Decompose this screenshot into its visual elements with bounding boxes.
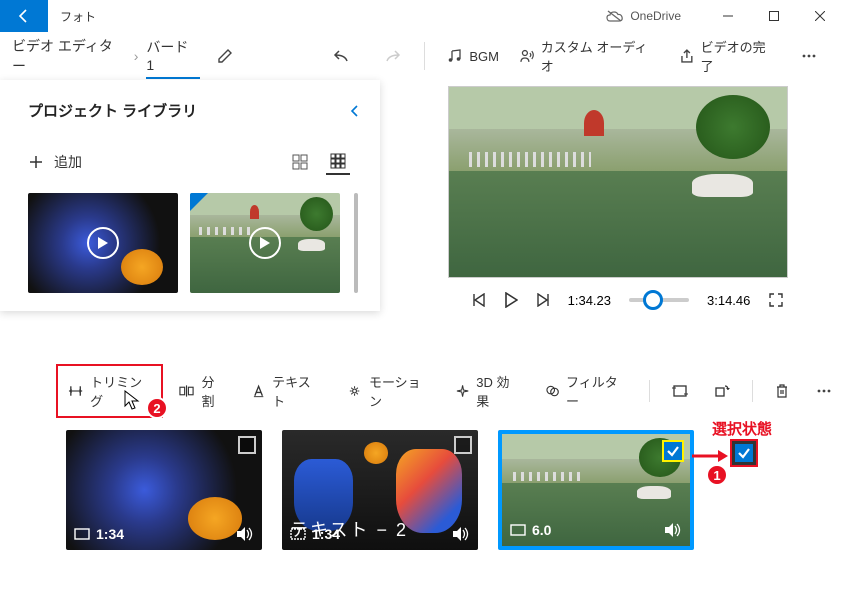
library-scrollbar[interactable] [354,193,358,293]
annotation-selected-label: 選択状態 [712,418,772,439]
motion-button[interactable]: モーション [337,366,440,416]
annotation-badge-2: 2 [146,397,168,419]
rotate-button[interactable] [704,378,740,404]
clip-checkbox-checked[interactable] [662,440,684,462]
text-button[interactable]: テキスト [242,366,331,416]
play-overlay-icon [249,227,281,259]
storyboard-clip[interactable]: テキスト − 2 1:34 [282,430,478,550]
onedrive-status[interactable]: OneDrive [606,9,681,23]
clip-checkbox[interactable] [238,436,256,454]
custom-audio-button[interactable]: カスタム オーディオ [509,34,669,78]
play-button[interactable] [504,292,518,308]
clip-duration: 6.0 [532,522,551,538]
window-controls [705,0,843,32]
more-icon [815,384,833,398]
next-frame-button[interactable] [536,293,550,307]
app-title: フォト [60,8,96,25]
plus-icon [28,154,44,170]
seek-thumb[interactable] [643,290,663,310]
add-media-button[interactable]: 追加 [28,152,82,172]
storyboard-clip[interactable]: 1:34 [66,430,262,550]
rename-button[interactable] [204,34,248,78]
library-item[interactable] [28,193,178,293]
clip-duration: 1:34 [96,526,124,542]
chevron-right-icon: › [134,48,139,64]
seek-bar[interactable] [629,298,689,302]
crop-button[interactable] [662,378,698,404]
separator [649,380,650,402]
annotation-badge-1: 1 [706,464,728,486]
cloud-off-icon [606,10,624,22]
sparkle-icon [456,384,469,398]
grid-large-view-button[interactable] [288,149,312,175]
library-title: プロジェクト ライブラリ [28,100,197,121]
person-audio-icon [519,48,535,64]
annotation-arrow-icon [688,446,728,466]
close-button[interactable] [797,0,843,32]
maximize-button[interactable] [751,0,797,32]
trash-icon [775,383,789,399]
play-overlay-icon [87,227,119,259]
split-icon [179,384,194,398]
more-button[interactable] [788,34,831,78]
aspect-icon [672,384,688,398]
title-bar: フォト OneDrive [0,0,843,32]
separator [424,42,425,70]
finish-video-button[interactable]: ビデオの完了 [669,34,788,78]
clip-checkbox[interactable] [454,436,472,454]
split-button[interactable]: 分割 [169,366,235,416]
breadcrumb: ビデオ エディター › バード 1 [12,33,200,79]
music-icon [447,48,463,64]
current-time: 1:34.23 [568,293,611,308]
collapse-library-button[interactable] [348,104,362,118]
3d-effects-button[interactable]: 3D 効果 [446,366,530,416]
clip-edit-toolbar: トリミング 分割 テキスト モーション 3D 効果 フィルター [56,364,843,418]
used-indicator-icon [190,193,208,211]
filter-icon [546,384,559,398]
volume-icon [236,526,254,542]
library-item[interactable] [190,193,340,293]
breadcrumb-current[interactable]: バード 1 [146,33,199,79]
minimize-button[interactable] [705,0,751,32]
duration-icon [74,528,90,540]
clip-duration: 1:34 [312,526,340,542]
rotate-icon [714,384,730,398]
delete-button[interactable] [765,377,799,405]
breadcrumb-root[interactable]: ビデオ エディター [12,36,126,76]
separator [752,380,753,402]
grid-small-view-button[interactable] [326,149,350,175]
fullscreen-button[interactable] [768,292,784,308]
storyboard: 1:34 テキスト − 2 1:34 6.0 [66,430,694,550]
bgm-button[interactable]: BGM [437,34,509,78]
volume-icon [452,526,470,542]
clip-volume-button[interactable] [664,522,682,538]
motion-icon [347,384,362,398]
preview-canvas[interactable] [448,86,788,278]
storyboard-clip-selected[interactable]: 6.0 [498,430,694,550]
main-area: プロジェクト ライブラリ 追加 [0,80,843,308]
export-icon [679,48,695,64]
playback-controls: 1:34.23 3:14.46 [448,292,808,308]
undo-button[interactable] [321,34,365,78]
duration-icon [510,524,526,536]
clip-volume-button[interactable] [236,526,254,542]
text-icon [252,384,265,398]
duration-icon [290,528,306,540]
back-button[interactable] [0,0,48,32]
redo-button[interactable] [369,34,413,78]
trim-icon [68,384,83,398]
top-toolbar: ビデオ エディター › バード 1 BGM カスタム オーディオ ビデオの完了 [0,32,843,80]
total-time: 3:14.46 [707,293,750,308]
project-library-panel: プロジェクト ライブラリ 追加 [0,80,380,311]
clip-volume-button[interactable] [452,526,470,542]
filter-button[interactable]: フィルター [536,366,637,416]
clip-more-button[interactable] [805,378,843,404]
volume-icon [664,522,682,538]
mouse-cursor-icon [124,390,142,412]
annotation-checkbox-sample [730,439,758,467]
video-preview: 1:34.23 3:14.46 [448,86,808,308]
prev-frame-button[interactable] [472,293,486,307]
